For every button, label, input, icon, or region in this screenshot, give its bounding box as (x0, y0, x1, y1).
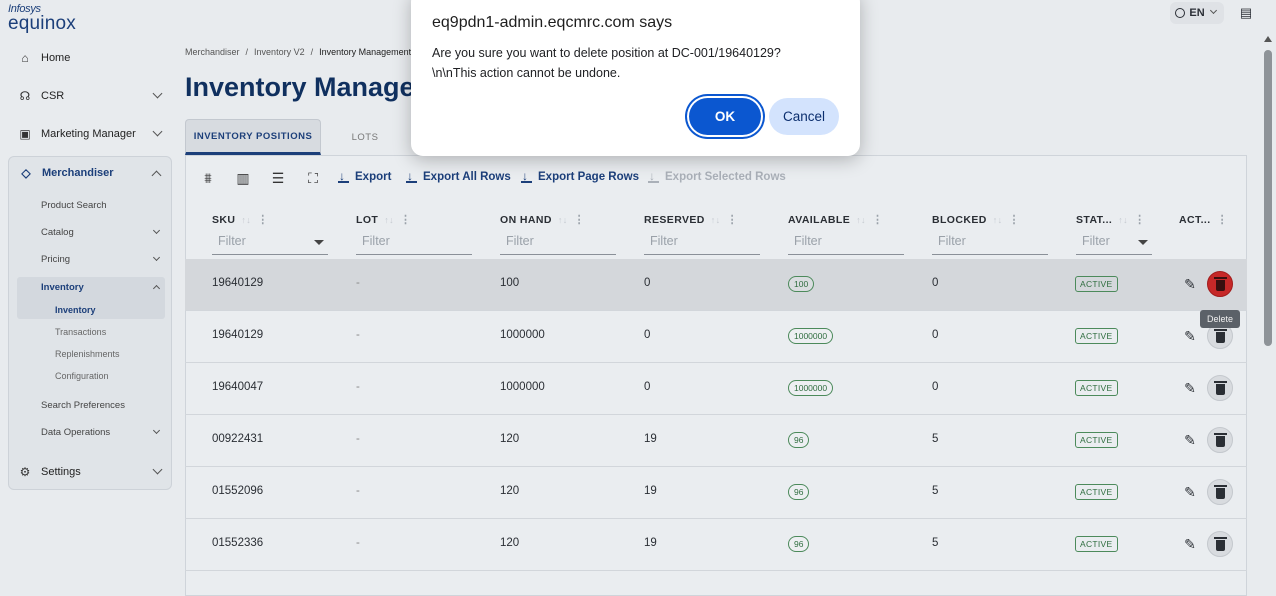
dialog-message: Are you sure you want to delete position… (432, 43, 832, 83)
dialog-message-line: \n\nThis action cannot be undone. (432, 66, 621, 80)
dialog-title: eq9pdn1-admin.eqcmrc.com says (432, 14, 673, 31)
ok-button[interactable]: OK (689, 98, 761, 135)
dialog-message-line: Are you sure you want to delete position… (432, 46, 781, 60)
confirm-dialog: eq9pdn1-admin.eqcmrc.com says Are you su… (411, 0, 860, 156)
cancel-button[interactable]: Cancel (769, 98, 839, 135)
